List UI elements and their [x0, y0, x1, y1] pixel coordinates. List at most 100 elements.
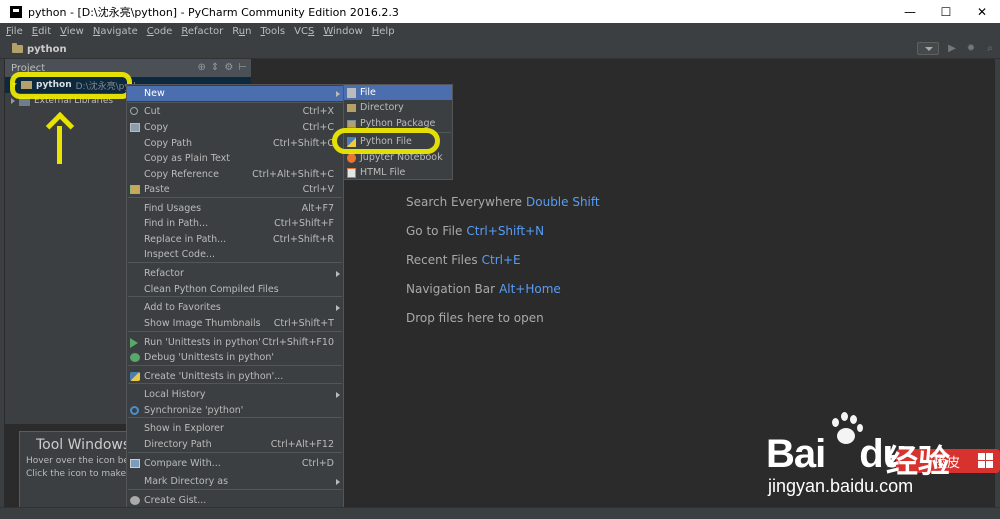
- sync-icon: [130, 406, 139, 415]
- welcome-hint-shortcut: Ctrl+E: [481, 253, 521, 267]
- context-menu-item-add-to-favorites[interactable]: Add to Favorites: [127, 300, 343, 315]
- context-menu-item-replace-in-path[interactable]: Replace in Path... Ctrl+Shift+R: [127, 232, 343, 247]
- maximize-button[interactable]: ☐: [928, 0, 964, 23]
- context-menu-shortcut: Ctrl+X: [302, 106, 334, 117]
- new-submenu-item-file[interactable]: File: [344, 85, 452, 100]
- menu-edit[interactable]: Edit: [32, 26, 51, 37]
- context-menu-label: Mark Directory as: [144, 476, 229, 487]
- context-menu-label: Compare With...: [144, 458, 221, 469]
- new-submenu-label: HTML File: [360, 167, 406, 178]
- menu-help[interactable]: Help: [372, 26, 395, 37]
- settings-gear-icon[interactable]: ⚙: [224, 62, 233, 73]
- context-menu-label: Replace in Path...: [144, 234, 227, 245]
- context-menu-item-directory-path[interactable]: Directory Path Ctrl+Alt+F12: [127, 437, 343, 452]
- menu-window[interactable]: Window: [323, 26, 362, 37]
- welcome-hint-text: Go to File: [406, 224, 463, 238]
- welcome-hint: Navigation Bar Alt+Home: [406, 282, 600, 311]
- context-menu-item-create-unittests-in-python[interactable]: Create 'Unittests in python'...: [127, 369, 343, 384]
- baidu-jingyan-watermark: Bai du 換皮 经验 jingyan.baidu.com: [760, 410, 1000, 510]
- welcome-hint-text: Navigation Bar: [406, 282, 496, 296]
- new-submenu-label: File: [360, 87, 376, 98]
- context-menu-item-new[interactable]: New: [127, 86, 343, 101]
- highlight-ring-python-file: [332, 128, 440, 154]
- menu-separator: [128, 452, 342, 453]
- context-menu-item-show-image-thumbnails[interactable]: Show Image Thumbnails Ctrl+Shift+T: [127, 316, 343, 331]
- context-menu-shortcut: Ctrl+Shift+C: [272, 138, 334, 149]
- run-icon: [130, 338, 138, 348]
- context-menu-item-mark-directory-as[interactable]: Mark Directory as: [127, 474, 343, 489]
- copy-icon: [130, 123, 140, 132]
- context-menu-shortcut: Ctrl+Alt+Shift+C: [252, 169, 334, 180]
- context-menu-shortcut: Alt+F7: [301, 203, 334, 214]
- menu-vcs[interactable]: VCS: [294, 26, 314, 37]
- scroll-from-source-icon[interactable]: ⊕: [198, 62, 206, 73]
- window-controls: — ☐ ✕: [892, 0, 1000, 23]
- close-button[interactable]: ✕: [964, 0, 1000, 23]
- context-menu-item-local-history[interactable]: Local History: [127, 387, 343, 402]
- debug-icon[interactable]: ✹: [965, 43, 977, 55]
- context-menu-item-show-in-explorer[interactable]: Show in Explorer: [127, 421, 343, 436]
- navigation-bar: python ▶ ✹ ⌕: [0, 40, 1000, 59]
- minimize-button[interactable]: —: [892, 0, 928, 23]
- context-menu-label: Copy Path: [144, 138, 192, 149]
- context-menu-item-copy-path[interactable]: Copy Path Ctrl+Shift+C: [127, 136, 343, 151]
- context-menu-label: Copy Reference: [144, 169, 219, 180]
- context-menu-label: Add to Favorites: [144, 302, 221, 313]
- new-submenu-item-html-file[interactable]: HTML File: [344, 165, 452, 180]
- menu-code[interactable]: Code: [147, 26, 173, 37]
- context-menu-shortcut: Ctrl+D: [301, 458, 334, 469]
- welcome-hint-shortcut: Double Shift: [526, 195, 600, 209]
- context-menu-label: Create 'Unittests in python'...: [144, 371, 284, 382]
- submenu-arrow-icon: [336, 270, 340, 277]
- watermark-url: jingyan.baidu.com: [768, 476, 914, 496]
- context-menu-item-run-unittests-in-python[interactable]: Run 'Unittests in python' Ctrl+Shift+F10: [127, 335, 343, 350]
- run-config-dropdown[interactable]: [917, 42, 939, 55]
- context-menu-item-refactor[interactable]: Refactor: [127, 266, 343, 281]
- context-menu-item-create-gist[interactable]: Create Gist...: [127, 493, 343, 508]
- submenu-arrow-icon: [336, 391, 340, 398]
- submenu-arrow-icon: [336, 304, 340, 311]
- compare-icon: [130, 459, 140, 468]
- context-menu-item-inspect-code[interactable]: Inspect Code...: [127, 247, 343, 262]
- project-panel-tools: ⊕ ⇕ ⚙ ⊢: [198, 62, 247, 73]
- context-menu-item-debug-unittests-in-python[interactable]: Debug 'Unittests in python': [127, 350, 343, 365]
- folder-icon: [12, 43, 23, 53]
- context-menu-item-find-usages[interactable]: Find Usages Alt+F7: [127, 201, 343, 216]
- context-menu-item-copy-as-plain-text[interactable]: Copy as Plain Text: [127, 151, 343, 166]
- context-menu-label: Clean Python Compiled Files: [144, 284, 279, 295]
- collapse-arrow-icon[interactable]: [11, 98, 15, 104]
- welcome-hint-text: Search Everywhere: [406, 195, 522, 209]
- context-menu-shortcut: Ctrl+Alt+F12: [270, 439, 334, 450]
- menu-tools[interactable]: Tools: [260, 26, 285, 37]
- window-title-bar: python - [D:\沈永亮\python] - PyCharm Commu…: [0, 0, 1000, 23]
- context-menu-label: Local History: [144, 389, 206, 400]
- context-menu-item-synchronize-python[interactable]: Synchronize 'python': [127, 403, 343, 418]
- context-menu-item-clean-python-compiled-files[interactable]: Clean Python Compiled Files: [127, 282, 343, 297]
- hide-panel-icon[interactable]: ⊢: [238, 62, 247, 73]
- context-menu-item-cut[interactable]: Cut Ctrl+X: [127, 104, 343, 119]
- context-menu-item-find-in-path[interactable]: Find in Path... Ctrl+Shift+F: [127, 216, 343, 231]
- menu-view[interactable]: View: [60, 26, 84, 37]
- menu-navigate[interactable]: Navigate: [93, 26, 138, 37]
- welcome-hint: Recent Files Ctrl+E: [406, 253, 600, 282]
- menu-refactor[interactable]: Refactor: [181, 26, 223, 37]
- context-menu-item-compare-with[interactable]: Compare With... Ctrl+D: [127, 456, 343, 471]
- context-menu-item-paste[interactable]: Paste Ctrl+V: [127, 182, 343, 197]
- context-menu-label: Refactor: [144, 268, 184, 279]
- nav-project-title[interactable]: python: [27, 44, 67, 55]
- context-menu-shortcut: Ctrl+Shift+F: [274, 218, 334, 229]
- windows-logo-icon: [978, 453, 994, 469]
- run-icon[interactable]: ▶: [946, 43, 958, 55]
- context-menu-label: Find in Path...: [144, 218, 209, 229]
- context-menu-item-copy[interactable]: Copy Ctrl+C: [127, 120, 343, 135]
- directory-icon: [347, 104, 356, 112]
- menu-run[interactable]: Run: [232, 26, 251, 37]
- collapse-all-icon[interactable]: ⇕: [211, 62, 219, 73]
- new-submenu-item-directory[interactable]: Directory: [344, 100, 452, 115]
- context-menu-label: Find Usages: [144, 203, 202, 214]
- menu-separator: [128, 197, 342, 198]
- main-menu-bar: File Edit View Navigate Code Refactor Run Tools…: [0, 23, 1000, 40]
- context-menu-item-copy-reference[interactable]: Copy Reference Ctrl+Alt+Shift+C: [127, 167, 343, 182]
- menu-file[interactable]: File: [6, 26, 23, 37]
- search-icon[interactable]: ⌕: [984, 43, 996, 55]
